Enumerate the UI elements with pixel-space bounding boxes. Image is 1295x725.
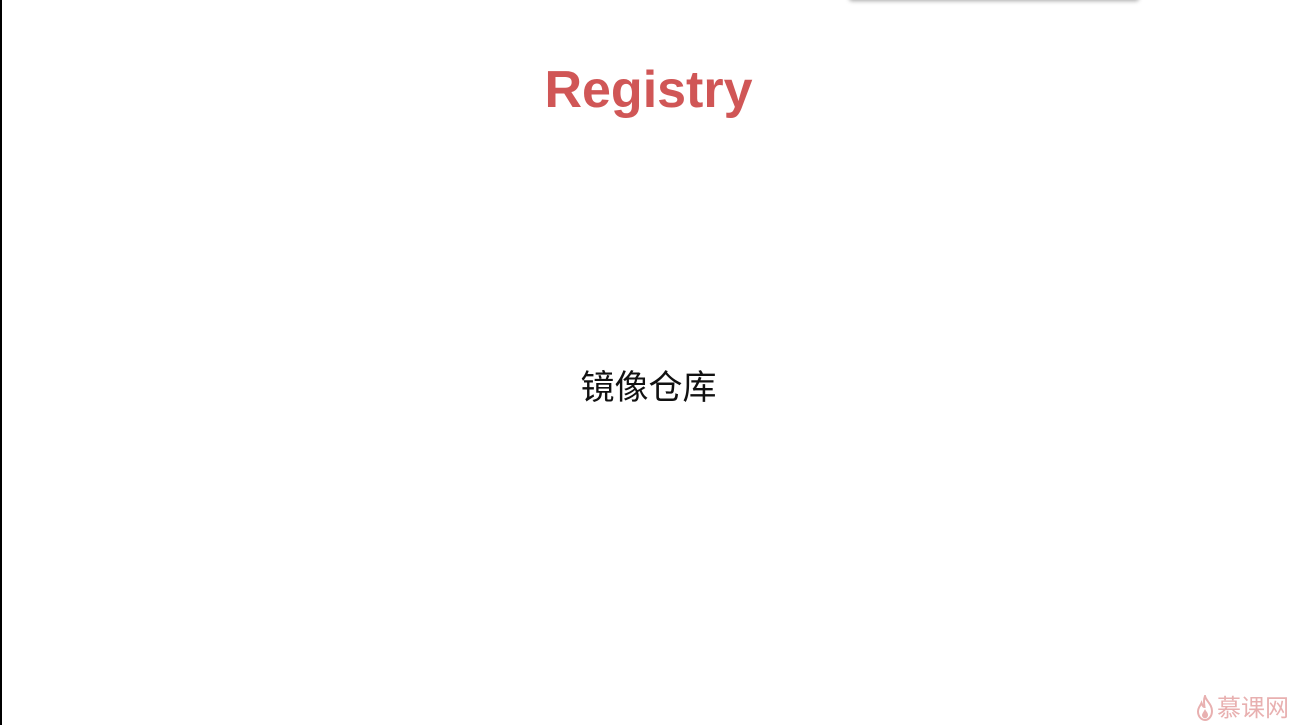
slide-subtitle: 镜像仓库 (580, 368, 717, 408)
flame-icon (1196, 695, 1214, 721)
watermark-text: 慕课网 (1217, 694, 1289, 722)
presentation-slide: Registry 镜像仓库 慕课网 (2, 0, 1295, 725)
slide-title: Registry (544, 61, 753, 119)
watermark-logo: 慕课网 (1196, 693, 1289, 723)
